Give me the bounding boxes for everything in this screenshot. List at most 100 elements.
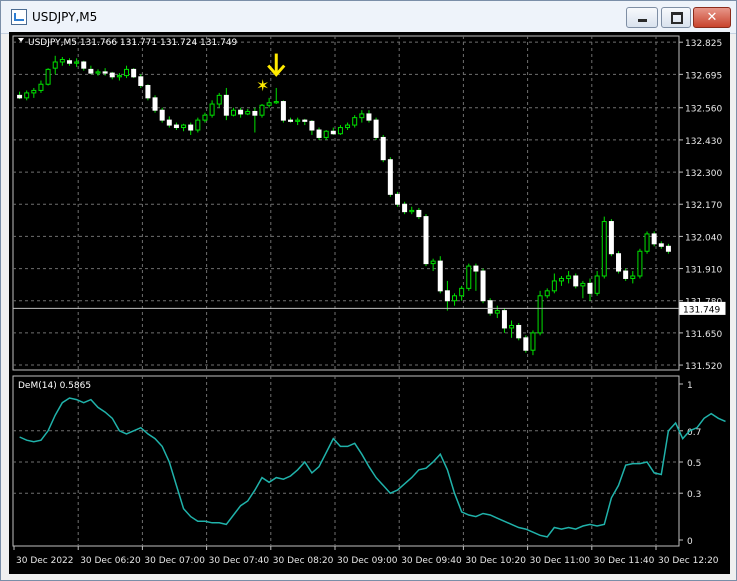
bull-candle-body [95,71,101,74]
bear-candle-body [587,282,593,294]
bear-candle-body [437,260,443,292]
bear-candle-body [480,270,486,302]
price-tick-label: 132.040 [685,233,722,243]
bull-candle-body [359,113,365,119]
bear-candle-body [309,120,315,131]
maximize-button[interactable] [661,7,691,28]
price-tick-label: 131.520 [685,362,722,372]
bear-candle-body [109,72,115,78]
maximize-icon [671,12,683,24]
bull-candle-body [537,295,543,334]
bull-candle-body [494,310,500,314]
bull-candle-body [530,332,536,351]
bull-candle-body [544,290,550,297]
price-tick-label: 132.300 [685,169,722,179]
chart-area[interactable]: 132.825 132.695 132.560 132.430 132.300 132.1… [9,32,730,574]
current-price-label: 131.749 [683,305,720,315]
bear-candle-body [330,130,336,135]
bull-candle-body [337,127,343,135]
price-tick-label: 131.650 [685,330,722,340]
bear-candle-body [88,68,94,74]
bull-candle-body [601,221,607,277]
bull-candle-body [52,61,58,69]
minimize-icon [638,19,647,22]
bear-candle-body [658,243,664,247]
bull-candle-body [59,59,65,63]
time-tick-label: 30 Dec 10:20 [465,556,526,566]
bear-candle-body [501,310,507,329]
time-tick-label: 30 Dec 11:40 [594,556,655,566]
minimize-button[interactable] [626,7,658,28]
title-bar[interactable]: USDJPY,M5 ✕ [1,1,736,34]
bull-candle-body [452,295,458,302]
price-tick-label: 132.560 [685,105,722,115]
bear-candle-body [223,94,229,116]
bear-candle-body [573,275,579,287]
bear-candle-body [516,324,522,339]
bull-candle-body [181,124,187,129]
bear-candle-body [173,124,179,129]
bull-candle-body [558,277,564,282]
price-tick-label: 132.825 [685,39,722,49]
bear-candle-body [238,109,244,115]
bear-candle-body [608,221,614,255]
dem-tick-label: 0.5 [687,459,701,469]
bull-candle-body [345,124,351,129]
bull-candle-body [430,260,436,265]
bull-candle-body [24,92,30,99]
bull-candle-body [580,282,586,287]
bull-candle-body [352,117,358,126]
bear-candle-body [665,245,671,252]
dem-tick-label: 0.3 [687,490,701,500]
bear-candle-body [302,119,308,122]
bear-candle-body [366,113,372,121]
bear-candle-body [17,94,23,99]
bull-candle-body [266,102,272,106]
price-tick-label: 131.910 [685,266,722,276]
bull-candle-body [74,61,80,64]
bull-candle-body [637,250,643,277]
bear-candle-body [616,253,622,272]
bear-candle-body [373,119,379,138]
bull-candle-body [594,275,600,294]
bull-candle-body [116,75,122,78]
bear-candle-body [188,124,194,131]
close-button[interactable]: ✕ [693,7,731,28]
bull-candle-body [566,275,572,279]
price-chart-svg[interactable]: 132.825 132.695 132.560 132.430 132.300 132.1… [9,32,730,574]
time-tick-label: 30 Dec 07:40 [209,556,270,566]
bear-candle-body [387,159,393,195]
bear-candle-body [416,209,422,218]
bear-candle-body [473,265,479,272]
bull-candle-body [230,109,236,116]
bear-candle-body [81,61,87,69]
bear-candle-body [131,68,137,78]
dem-tick-label: 1 [687,381,693,391]
bull-candle-body [259,104,265,116]
price-tick-label: 132.430 [685,137,722,147]
bear-candle-body [66,60,72,64]
bull-candle-body [459,287,465,297]
bull-candle-body [45,68,51,85]
bear-candle-body [523,337,529,351]
bear-candle-body [280,101,286,121]
bull-candle-body [31,89,37,94]
signal-star-icon: ✶ [256,76,269,95]
bull-candle-body [273,101,279,104]
bull-candle-body [216,94,222,105]
bear-candle-body [138,76,144,86]
bear-candle-body [252,110,258,116]
bull-candle-body [509,324,515,329]
bear-candle-body [380,136,386,161]
bear-candle-body [166,119,172,126]
time-tick-label: 30 Dec 07:00 [144,556,205,566]
bull-candle-body [551,280,557,292]
chart-window-icon [11,9,27,25]
bull-candle-body [195,119,201,131]
bear-candle-body [288,119,294,122]
bear-candle-body [402,203,408,213]
bear-candle-body [394,193,400,205]
time-tick-label: 30 Dec 2022 [16,556,74,566]
window-title: USDJPY,M5 [32,10,98,24]
time-tick-label: 30 Dec 09:40 [401,556,462,566]
